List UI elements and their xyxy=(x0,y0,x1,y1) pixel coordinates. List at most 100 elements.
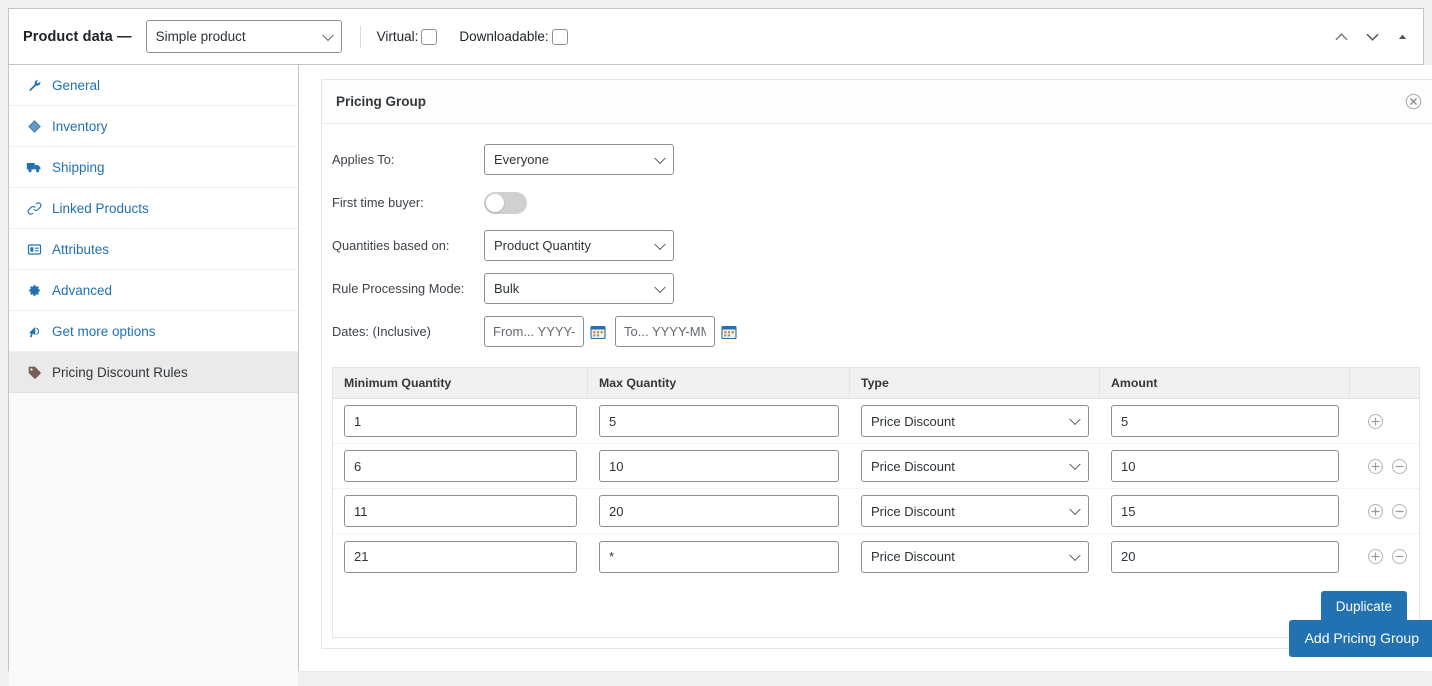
cell-actions xyxy=(1350,503,1419,520)
minus-circle-icon[interactable] xyxy=(1391,548,1408,565)
gear-icon xyxy=(25,281,43,299)
page-title: Product data — xyxy=(23,28,132,45)
collapse-toggle-icon[interactable] xyxy=(1396,30,1409,43)
minimum-quantity-input[interactable] xyxy=(344,540,577,573)
minus-circle-icon[interactable] xyxy=(1391,458,1408,475)
product-data-content: Pricing Group Applies To: Everyone First… xyxy=(299,65,1432,671)
product-data-metabox: Product data — Simple product Virtual: D… xyxy=(8,8,1432,686)
amount-input[interactable] xyxy=(1111,540,1339,573)
dates-control xyxy=(484,316,746,347)
max-quantity-input[interactable] xyxy=(599,540,839,573)
cell-type: Price Discount xyxy=(850,405,1100,437)
close-circle-icon[interactable] xyxy=(1405,93,1422,110)
type-select[interactable]: Price Discount xyxy=(861,450,1089,482)
first-time-buyer-toggle[interactable] xyxy=(484,191,527,214)
type-select-wrapper: Price Discount xyxy=(861,540,1089,573)
sidebar-item-label: Advanced xyxy=(52,282,113,298)
first-time-buyer-control xyxy=(484,191,527,214)
quantities-based-on-select[interactable]: Product Quantity xyxy=(484,230,674,261)
minimum-quantity-input[interactable] xyxy=(344,495,577,527)
sidebar-item-linked-products[interactable]: Linked Products xyxy=(9,188,298,229)
link-icon xyxy=(25,199,43,217)
sidebar-item-label: Shipping xyxy=(52,159,105,175)
cell-amount xyxy=(1100,450,1350,482)
pricing-group-header: Pricing Group xyxy=(322,80,1432,124)
amount-input[interactable] xyxy=(1111,495,1339,527)
sidebar-item-label: Pricing Discount Rules xyxy=(52,364,188,380)
plus-circle-icon[interactable] xyxy=(1367,458,1384,475)
plus-circle-icon[interactable] xyxy=(1367,413,1384,430)
max-quantity-input[interactable] xyxy=(599,450,839,482)
sidebar-item-general[interactable]: General xyxy=(9,65,298,106)
add-pricing-group-button[interactable]: Add Pricing Group xyxy=(1288,620,1432,657)
max-quantity-input[interactable] xyxy=(599,405,839,437)
pricing-rules-header-row: Minimum Quantity Max Quantity Type Amoun… xyxy=(333,367,1419,399)
table-row: Price Discount xyxy=(333,444,1419,489)
cell-amount xyxy=(1100,540,1350,573)
amount-input[interactable] xyxy=(1111,450,1339,482)
applies-to-select[interactable]: Everyone xyxy=(484,144,674,175)
type-select[interactable]: Price Discount xyxy=(861,495,1089,527)
type-select-wrapper: Price Discount xyxy=(861,450,1089,482)
amount-input[interactable] xyxy=(1111,405,1339,437)
cell-minimum-quantity xyxy=(333,540,588,573)
column-header-max-quantity: Max Quantity xyxy=(588,367,850,399)
quantities-based-on-select-wrapper: Product Quantity xyxy=(484,230,674,261)
archive-icon xyxy=(25,117,43,135)
minimum-quantity-input[interactable] xyxy=(344,405,577,437)
cell-max-quantity xyxy=(588,405,850,437)
chevron-up-icon[interactable] xyxy=(1334,29,1349,44)
type-select[interactable]: Price Discount xyxy=(861,540,1089,573)
product-type-select[interactable]: Simple product xyxy=(145,20,342,53)
date-from-input[interactable] xyxy=(484,316,584,347)
cell-amount xyxy=(1100,495,1350,527)
virtual-label: Virtual: xyxy=(376,29,419,44)
plus-circle-icon[interactable] xyxy=(1367,503,1384,520)
field-row-applies-to: Applies To: Everyone xyxy=(332,138,1420,181)
minus-circle-icon[interactable] xyxy=(1391,503,1408,520)
type-select[interactable]: Price Discount xyxy=(861,405,1089,437)
field-row-quantities-based-on: Quantities based on: Product Quantity xyxy=(332,224,1420,267)
duplicate-button-bar: Duplicate xyxy=(332,579,1420,639)
virtual-checkbox-group: Virtual: xyxy=(376,28,438,45)
cell-max-quantity xyxy=(588,450,850,482)
product-type-select-wrapper: Simple product xyxy=(132,20,342,53)
rule-processing-mode-select-wrapper: Bulk xyxy=(484,273,674,304)
add-pricing-group-bar: Add Pricing Group xyxy=(1288,620,1432,657)
max-quantity-input[interactable] xyxy=(599,495,839,527)
pricing-group-body: Applies To: Everyone First time buyer: Q… xyxy=(322,124,1432,648)
table-row: Price Discount xyxy=(333,489,1419,534)
rule-processing-mode-label: Rule Processing Mode: xyxy=(332,281,465,296)
type-select-wrapper: Price Discount xyxy=(861,405,1089,437)
header-divider xyxy=(359,25,361,48)
cell-actions xyxy=(1350,548,1419,565)
cell-minimum-quantity xyxy=(333,495,588,527)
sidebar-item-shipping[interactable]: Shipping xyxy=(9,147,298,188)
dates-label: Dates: (Inclusive) xyxy=(332,324,431,339)
tag-icon xyxy=(25,363,43,381)
sidebar-item-pricing-discount-rules[interactable]: Pricing Discount Rules xyxy=(9,352,298,393)
duplicate-button[interactable]: Duplicate xyxy=(1320,591,1407,624)
cell-max-quantity xyxy=(588,495,850,527)
sidebar-item-advanced[interactable]: Advanced xyxy=(9,270,298,311)
date-to-input[interactable] xyxy=(615,316,715,347)
downloadable-checkbox[interactable] xyxy=(551,28,568,45)
sidebar-item-label: Attributes xyxy=(52,241,110,257)
chevron-down-icon[interactable] xyxy=(1365,29,1380,44)
sidebar-item-label: Inventory xyxy=(52,118,108,134)
rule-processing-mode-select[interactable]: Bulk xyxy=(484,273,674,304)
calendar-icon[interactable] xyxy=(721,324,737,340)
table-row: Price Discount xyxy=(333,399,1419,444)
pricing-group-panel: Pricing Group Applies To: Everyone First… xyxy=(321,79,1432,650)
plus-circle-icon[interactable] xyxy=(1367,548,1384,565)
field-row-first-time-buyer: First time buyer: xyxy=(332,181,1420,224)
pricing-group-title: Pricing Group xyxy=(336,94,427,109)
sidebar-item-attributes[interactable]: Attributes xyxy=(9,229,298,270)
sidebar-item-get-more-options[interactable]: Get more options xyxy=(9,311,298,352)
minimum-quantity-input[interactable] xyxy=(344,450,577,482)
sidebar-item-inventory[interactable]: Inventory xyxy=(9,106,298,147)
virtual-checkbox[interactable] xyxy=(421,28,438,45)
calendar-icon[interactable] xyxy=(590,324,606,340)
column-header-amount: Amount xyxy=(1100,367,1350,399)
header-icon-group xyxy=(1334,29,1409,44)
